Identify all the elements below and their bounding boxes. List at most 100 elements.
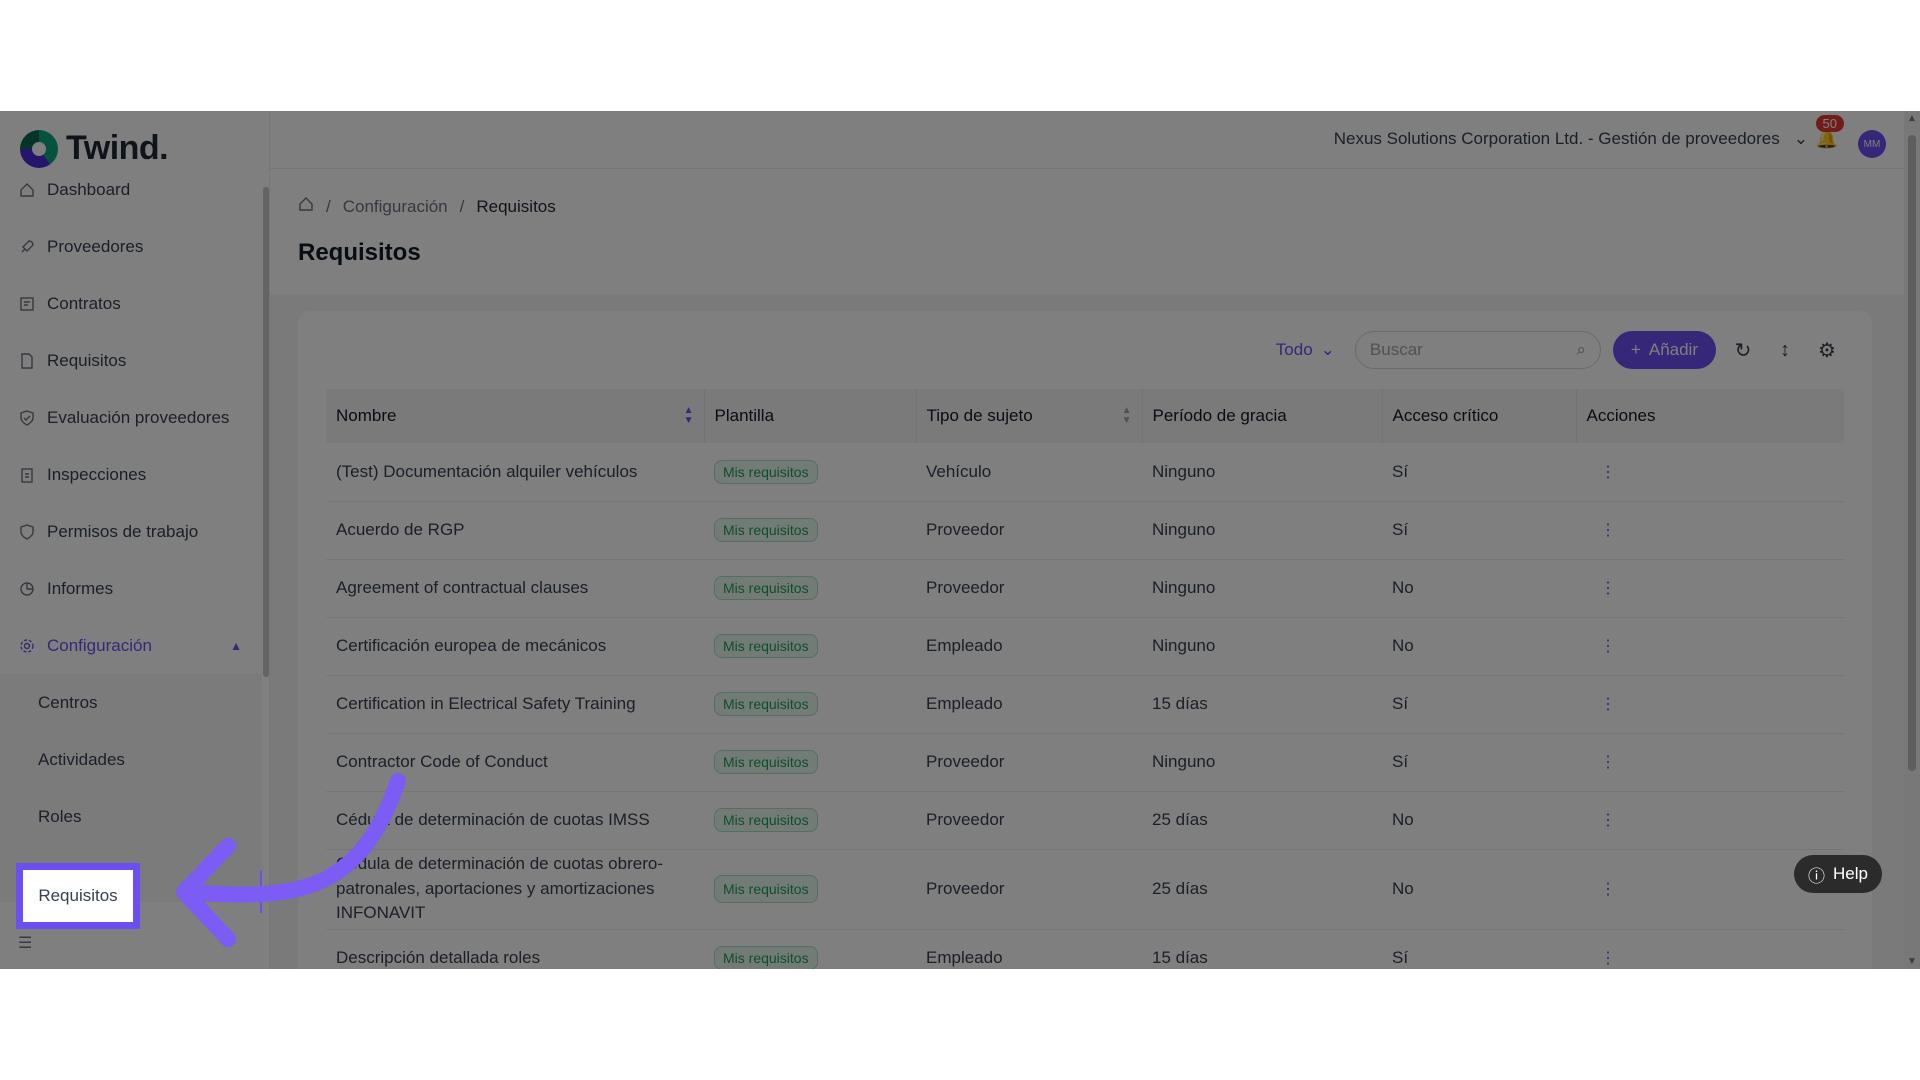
cell-acciones: ⋮ <box>1576 443 1844 502</box>
sidebar-item-label: Permisos de trabajo <box>47 521 199 541</box>
home-icon[interactable] <box>298 196 314 217</box>
more-actions-icon[interactable]: ⋮ <box>1586 522 1616 539</box>
sidebar-item-evaluacion[interactable]: Evaluación proveedores <box>0 389 262 446</box>
search-input[interactable]: Buscar ⌕ <box>1354 331 1601 369</box>
cell-critico: Sí <box>1382 675 1576 734</box>
search-icon: ⌕ <box>1576 340 1586 359</box>
search-placeholder: Buscar <box>1369 340 1423 359</box>
table-row[interactable]: Certificación europea de mecánicos Mis r… <box>326 617 1844 676</box>
template-badge: Mis requisitos <box>714 459 818 484</box>
sidebar-item-configuracion[interactable]: Configuración ▲ <box>0 617 262 674</box>
org-name: Nexus Solutions Corporation Ltd. - Gesti… <box>1333 129 1780 148</box>
sidebar-item-informes[interactable]: Informes <box>0 560 262 617</box>
table-row[interactable]: Contractor Code of Conduct Mis requisito… <box>326 733 1844 792</box>
sidebar-item-requisitos[interactable]: Requisitos <box>0 332 262 389</box>
refresh-icon[interactable]: ↻ <box>1728 335 1758 365</box>
cell-plantilla: Mis requisitos <box>704 559 916 618</box>
chevron-down-icon: ⌄ <box>1320 340 1335 359</box>
header-nombre[interactable]: Nombre ▲ ▼ <box>326 389 705 443</box>
settings-icon[interactable]: ⚙ <box>1812 335 1842 365</box>
submenu-item-centros[interactable]: Centros <box>0 674 262 731</box>
bell-icon[interactable]: 🔔 <box>1816 129 1838 150</box>
cell-nombre: Cédula de determinación de cuotas obrero… <box>326 849 704 930</box>
table-row[interactable]: Acuerdo de RGP Mis requisitos Proveedor … <box>326 501 1844 560</box>
pie-chart-icon <box>18 580 35 597</box>
cell-gracia: 15 días <box>1142 675 1382 734</box>
cell-critico: Sí <box>1382 501 1576 560</box>
cell-critico: No <box>1382 559 1576 618</box>
cell-plantilla: Mis requisitos <box>704 733 916 792</box>
sidebar-item-label: Proveedores <box>47 236 144 256</box>
template-badge: Mis requisitos <box>714 946 818 969</box>
cell-critico: Sí <box>1382 733 1576 792</box>
cell-nombre: Descripción detallada roles <box>326 929 704 969</box>
header-label: Período de gracia <box>1152 406 1287 425</box>
cell-nombre: Certificación europea de mecánicos <box>326 617 704 676</box>
submenu-item-actividades[interactable]: Actividades <box>0 731 262 788</box>
submenu-item-requisitos[interactable]: Requisitos <box>16 863 140 929</box>
cell-nombre: Agreement of contractual clauses <box>326 559 704 618</box>
row-height-icon[interactable]: ↕ <box>1770 335 1800 365</box>
avatar[interactable]: MM <box>1858 130 1886 158</box>
breadcrumb-separator: / <box>326 196 331 216</box>
cell-plantilla: Mis requisitos <box>704 849 916 930</box>
add-button-label: Añadir <box>1648 340 1698 359</box>
add-button[interactable]: + Añadir <box>1612 331 1716 369</box>
sidebar-scrollbar[interactable] <box>263 187 269 677</box>
cell-gracia: 25 días <box>1142 849 1382 930</box>
cell-gracia: 25 días <box>1142 791 1382 850</box>
scroll-down-icon[interactable]: ▼ <box>1907 956 1917 967</box>
more-actions-icon[interactable]: ⋮ <box>1586 812 1616 829</box>
header-tipo[interactable]: Tipo de sujeto ▲ ▼ <box>916 389 1143 443</box>
help-button[interactable]: ⓘ Help <box>1794 855 1882 893</box>
header-label: Tipo de sujeto <box>926 406 1033 425</box>
active-indicator <box>260 871 262 913</box>
sidebar-item-permisos[interactable]: Permisos de trabajo <box>0 503 262 560</box>
table-row[interactable]: Descripción detallada roles Mis requisit… <box>326 929 1844 969</box>
chevron-up-icon[interactable]: ▲ <box>230 639 242 653</box>
cell-tipo: Proveedor <box>916 501 1142 560</box>
help-label: Help <box>1833 864 1868 883</box>
more-actions-icon[interactable]: ⋮ <box>1586 754 1616 771</box>
app-frame: Twind. Dashboard Proveedores Contratos R… <box>0 111 1920 969</box>
filter-dropdown[interactable]: Todo ⌄ <box>1276 340 1335 360</box>
table-row[interactable]: Certification in Electrical Safety Train… <box>326 675 1844 734</box>
sidebar-item-label: Inspecciones <box>47 464 147 484</box>
more-actions-icon[interactable]: ⋮ <box>1586 464 1616 481</box>
scroll-up-icon[interactable]: ▲ <box>1907 113 1917 124</box>
more-actions-icon[interactable]: ⋮ <box>1586 696 1616 713</box>
template-badge: Mis requisitos <box>714 874 818 904</box>
sidebar-item-contratos[interactable]: Contratos <box>0 275 262 332</box>
cell-plantilla: Mis requisitos <box>704 791 916 850</box>
more-actions-icon[interactable]: ⋮ <box>1586 881 1616 898</box>
scrollbar-thumb[interactable] <box>1908 135 1916 771</box>
cell-nombre: Cédula de determinación de cuotas IMSS <box>326 791 704 850</box>
more-actions-icon[interactable]: ⋮ <box>1586 580 1616 597</box>
table-row[interactable]: (Test) Documentación alquiler vehículos … <box>326 443 1844 502</box>
table-header-row: Nombre ▲ ▼ Plantilla Tipo de sujeto ▲ ▼ Perí… <box>326 389 1844 443</box>
cell-tipo: Vehículo <box>916 443 1142 502</box>
table-row[interactable]: Agreement of contractual clauses Mis req… <box>326 559 1844 618</box>
shield-check-icon <box>18 409 35 426</box>
page-scrollbar[interactable]: ▲ ▼ <box>1904 111 1920 969</box>
header-label: Acceso crítico <box>1392 406 1499 425</box>
sort-icon[interactable]: ▲ ▼ <box>1122 406 1132 426</box>
cell-gracia: Ninguno <box>1142 733 1382 792</box>
plus-icon: + <box>1630 340 1641 359</box>
submenu-item-roles[interactable]: Roles <box>0 788 262 845</box>
header-gracia: Período de gracia <box>1142 389 1383 443</box>
sort-icon[interactable]: ▲ ▼ <box>684 406 694 426</box>
more-actions-icon[interactable]: ⋮ <box>1586 950 1616 967</box>
table-row[interactable]: Cédula de determinación de cuotas IMSS M… <box>326 791 1844 850</box>
sidebar-item-label: Configuración <box>47 635 152 655</box>
table-row[interactable]: Cédula de determinación de cuotas obrero… <box>326 849 1844 930</box>
sidebar-item-proveedores[interactable]: Proveedores <box>0 218 262 275</box>
breadcrumb-configuracion[interactable]: Configuración <box>343 197 448 217</box>
org-selector[interactable]: Nexus Solutions Corporation Ltd. - Gesti… <box>1334 129 1808 149</box>
sidebar-item-inspecciones[interactable]: Inspecciones <box>0 446 262 503</box>
main-content: Nexus Solutions Corporation Ltd. - Gesti… <box>270 111 1904 969</box>
more-actions-icon[interactable]: ⋮ <box>1586 638 1616 655</box>
cell-gracia: Ninguno <box>1142 559 1382 618</box>
collapse-menu-icon[interactable]: ☰ <box>18 933 32 953</box>
sidebar-item-dashboard[interactable]: Dashboard <box>0 161 262 218</box>
